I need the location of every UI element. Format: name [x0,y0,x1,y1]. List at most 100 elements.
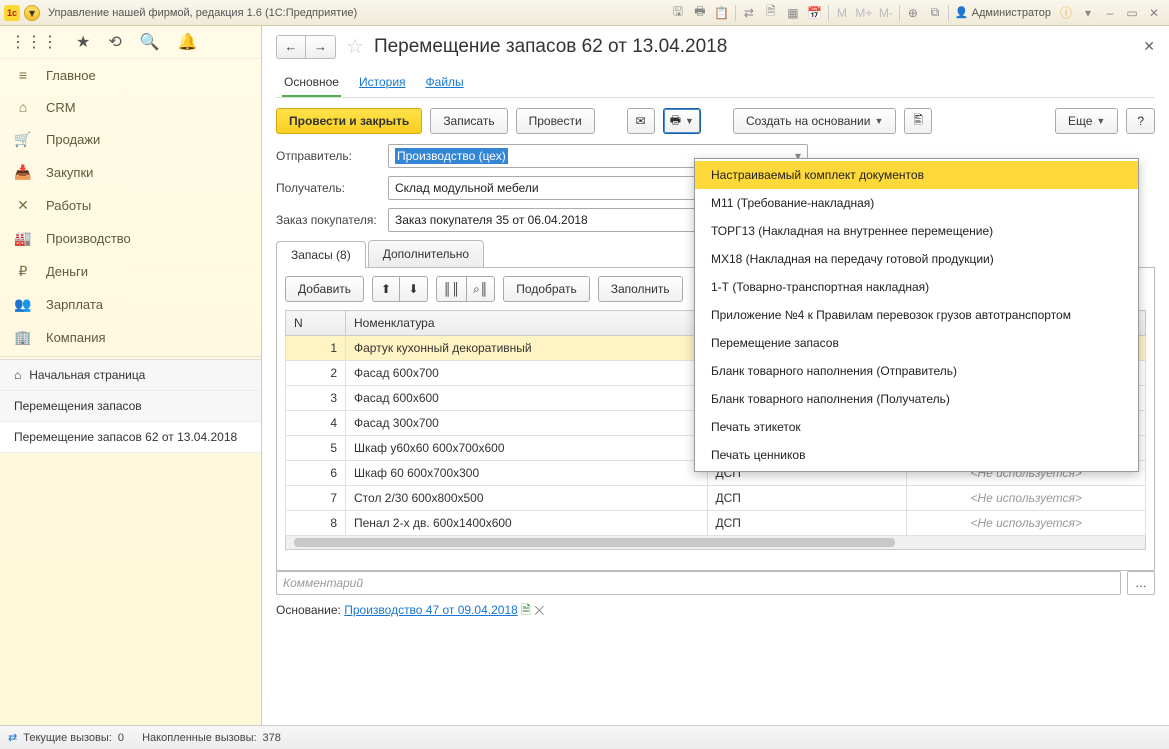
doc-icon[interactable]: 🗎 [761,3,781,23]
sidebar-item-7[interactable]: 👥 Зарплата [0,288,261,321]
fill-button[interactable]: Заполнить [598,276,683,302]
document-title: Перемещение запасов 62 от 13.04.2018 [374,36,727,58]
sidebar-item-0[interactable]: ≡Главное [0,59,261,91]
print-menu-item-0[interactable]: Настраиваемый комплект документов [695,161,1138,189]
help-button[interactable]: ? [1126,108,1155,134]
print-menu-button[interactable]: 🖶▼ [663,108,701,134]
cell-n: 4 [286,411,346,436]
doc-tab-1[interactable]: История [357,69,408,97]
nav-back-button[interactable]: ← [276,35,306,59]
sidebar-item-icon: ✕ [14,197,32,214]
add-row-button[interactable]: Добавить [285,276,364,302]
mail-button[interactable]: ✉ [627,108,655,134]
print-menu-item-5[interactable]: Приложение №4 к Правилам перевозок грузо… [695,301,1138,329]
cell-name: Шкаф 60 600x700x300 [346,461,708,486]
compare-icon[interactable]: ⇄ [739,3,759,23]
cell-n: 5 [286,436,346,461]
print-menu-item-10[interactable]: Печать ценников [695,441,1138,469]
scan-button[interactable]: ⌕║ [467,276,495,302]
print-menu-item-4[interactable]: 1-Т (Товарно-транспортная накладная) [695,273,1138,301]
sidebar-lower-item-1[interactable]: Перемещения запасов [0,391,261,422]
doc-tab-2[interactable]: Файлы [424,69,466,97]
fill-label: Заполнить [611,282,670,296]
sidebar-item-icon: 🛒 [14,131,32,148]
print-menu-item-8[interactable]: Бланк товарного наполнения (Получатель) [695,385,1138,413]
comment-expand-button[interactable]: … [1127,571,1155,595]
app-menu-dropdown-icon[interactable]: ▾ [24,5,40,21]
dropdown-icon[interactable]: ▾ [1078,3,1098,23]
m-plus-icon[interactable]: M+ [854,3,874,23]
nav-forward-button[interactable]: → [306,35,336,59]
favorite-icon[interactable]: ★ [76,32,90,52]
post-and-close-button[interactable]: Провести и закрыть [276,108,422,134]
sidebar-lower-label: Перемещение запасов 62 от 13.04.2018 [14,430,237,444]
basis-row: Основание: Производство 47 от 09.04.2018… [276,601,1155,622]
m-minus-icon[interactable]: M- [876,3,896,23]
detail-tab-0[interactable]: Запасы (8) [276,241,366,268]
cell-name: Стол 2/30 600x800x500 [346,486,708,511]
sidebar-item-4[interactable]: ✕Работы [0,189,261,222]
sidebar-item-3[interactable]: 📥Закупки [0,156,261,189]
table-row[interactable]: 7Стол 2/30 600x800x500ДСП<Не используетс… [286,486,1146,511]
sidebar-item-8[interactable]: 🏢Компания [0,321,261,354]
close-document-icon[interactable]: ✕ [1143,38,1155,55]
attach-button[interactable]: 🖺 [904,108,932,134]
favorite-star-icon[interactable]: ☆ [346,34,364,59]
window-icon[interactable]: ⧉ [925,3,945,23]
sidebar-item-label: Зарплата [46,297,103,312]
comment-placeholder: Комментарий [283,576,363,590]
bell-icon[interactable]: 🔔 [178,32,198,52]
sidebar-lower-item-0[interactable]: ⌂Начальная страница [0,360,261,391]
grid-header-1[interactable]: Номенклатура [346,311,708,336]
more-button[interactable]: Еще▼ [1055,108,1118,134]
close-window-icon[interactable]: ✕ [1144,3,1164,23]
calendar-icon[interactable]: 📅 [805,3,825,23]
detail-tab-1[interactable]: Дополнительно [368,240,484,267]
basis-link[interactable]: Производство 47 от 09.04.2018 [344,603,518,617]
current-user[interactable]: 👤 Администратор [951,6,1055,19]
clipboard-icon[interactable]: 📋 [712,3,732,23]
write-button[interactable]: Записать [430,108,507,134]
move-up-button[interactable]: ⬆ [372,276,400,302]
barcode-button[interactable]: ║║ [436,276,467,302]
window-titlebar: 1c ▾ Управление нашей фирмой, редакция 1… [0,0,1169,26]
sidebar-lower-item-2[interactable]: Перемещение запасов 62 от 13.04.2018 [0,422,261,453]
grid-icon[interactable]: ▦ [783,3,803,23]
print-menu-item-3[interactable]: МХ18 (Накладная на передачу готовой прод… [695,245,1138,273]
cell-n: 7 [286,486,346,511]
minimize-icon[interactable]: – [1100,3,1120,23]
maximize-icon[interactable]: ▭ [1122,3,1142,23]
print-menu-item-6[interactable]: Перемещение запасов [695,329,1138,357]
comment-input[interactable]: Комментарий [276,571,1121,595]
sidebar-item-5[interactable]: 🏭Производство [0,222,261,255]
post-button[interactable]: Провести [516,108,595,134]
save-icon[interactable]: 🖫 [668,3,688,23]
apps-icon[interactable]: ⋮⋮⋮ [10,32,58,52]
grid-header-0[interactable]: N [286,311,346,336]
cell-n: 6 [286,461,346,486]
basis-clear-icon[interactable]: ✕ [534,603,544,617]
basis-open-icon[interactable]: 🗎 [521,603,531,617]
move-down-button[interactable]: ⬇ [400,276,428,302]
sidebar-item-1[interactable]: ⌂CRM [0,91,261,123]
print-menu-item-2[interactable]: ТОРГ13 (Накладная на внутреннее перемеще… [695,217,1138,245]
print-menu-item-1[interactable]: М11 (Требование-накладная) [695,189,1138,217]
search-icon[interactable]: 🔍 [140,32,160,52]
horizontal-scrollbar[interactable] [285,536,1146,550]
sidebar-item-icon: 👥 [14,296,32,313]
m-icon[interactable]: M [832,3,852,23]
doc-tab-0[interactable]: Основное [282,69,341,97]
info-icon[interactable]: ⓘ [1056,3,1076,23]
sidebar-item-icon: 🏭 [14,230,32,247]
sidebar-item-6[interactable]: ₽Деньги [0,255,261,288]
print-icon[interactable]: 🖶 [690,3,710,23]
zoom-icon[interactable]: ⊕ [903,3,923,23]
history-icon[interactable]: ⟲ [108,32,121,52]
user-label: Администратор [972,7,1051,19]
sidebar-item-2[interactable]: 🛒Продажи [0,123,261,156]
create-based-button[interactable]: Создать на основании▼ [733,108,896,134]
print-menu-item-9[interactable]: Печать этикеток [695,413,1138,441]
print-menu-item-7[interactable]: Бланк товарного наполнения (Отправитель) [695,357,1138,385]
table-row[interactable]: 8Пенал 2-х дв. 600x1400x600ДСП<Не исполь… [286,511,1146,536]
pick-button[interactable]: Подобрать [503,276,589,302]
